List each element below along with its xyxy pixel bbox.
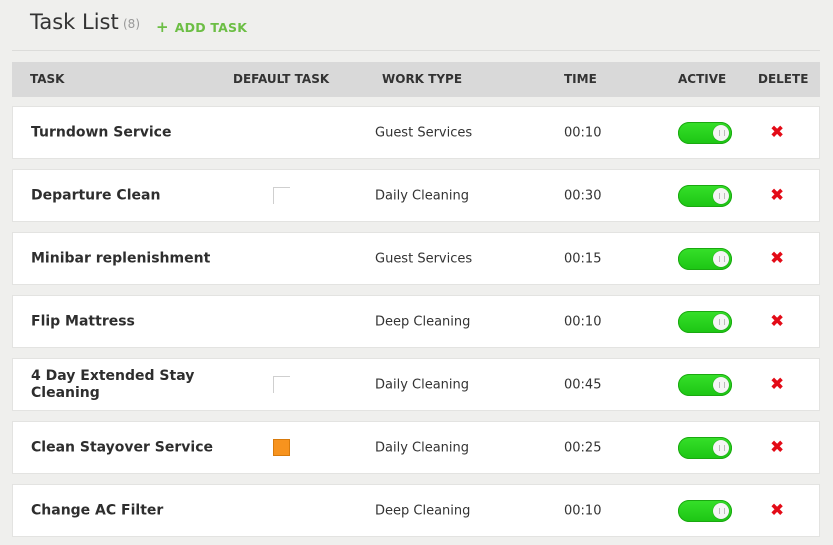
active-toggle[interactable]	[678, 310, 732, 333]
column-header-delete: DELETE	[758, 72, 809, 86]
task-name[interactable]: Clean Stayover Service	[31, 439, 221, 456]
active-toggle[interactable]	[678, 499, 732, 522]
work-type: Daily Cleaning	[375, 377, 470, 392]
table-row: Flip Mattress Deep Cleaning 00:10 ✖	[12, 295, 820, 348]
task-name[interactable]: Flip Mattress	[31, 313, 221, 330]
active-toggle[interactable]	[678, 247, 732, 270]
toggle-knob	[713, 439, 729, 456]
table-row: Change AC Filter Deep Cleaning 00:10 ✖	[12, 484, 820, 537]
work-type: Guest Services	[375, 251, 473, 266]
toggle-knob	[713, 313, 729, 330]
delete-icon[interactable]: ✖	[770, 313, 784, 330]
task-time: 00:10	[564, 503, 602, 518]
work-type: Deep Cleaning	[375, 314, 471, 329]
active-toggle[interactable]	[678, 373, 732, 396]
table-header: TASK DEFAULT TASK WORK TYPE TIME ACTIVE …	[12, 62, 820, 97]
page-title: Task List	[30, 10, 119, 34]
table-row: Turndown Service Guest Services 00:10 ✖	[12, 106, 820, 159]
column-header-default-task: DEFAULT TASK	[233, 72, 330, 86]
task-name[interactable]: 4 Day Extended Stay Cleaning	[31, 368, 221, 402]
task-time: 00:30	[564, 188, 602, 203]
plus-icon: +	[156, 18, 169, 36]
toggle-knob	[713, 502, 729, 519]
delete-icon[interactable]: ✖	[770, 376, 784, 393]
work-type: Deep Cleaning	[375, 503, 471, 518]
toggle-knob	[713, 124, 729, 141]
column-header-time: TIME	[564, 72, 597, 86]
task-time: 00:10	[564, 125, 602, 140]
task-name[interactable]: Departure Clean	[31, 187, 221, 204]
task-time: 00:45	[564, 377, 602, 392]
table-row: Minibar replenishment Guest Services 00:15…	[12, 232, 820, 285]
column-header-work-type: WORK TYPE	[382, 72, 463, 86]
active-toggle[interactable]	[678, 184, 732, 207]
add-task-button[interactable]: + ADD TASK	[156, 18, 247, 36]
column-header-active: ACTIVE	[678, 72, 727, 86]
table-row: 4 Day Extended Stay Cleaning Daily Cleani…	[12, 358, 820, 411]
task-time: 00:25	[564, 440, 602, 455]
task-time: 00:10	[564, 314, 602, 329]
work-type: Daily Cleaning	[375, 188, 470, 203]
active-toggle[interactable]	[678, 436, 732, 459]
page-header: Task List (8) + ADD TASK	[12, 0, 820, 51]
delete-icon[interactable]: ✖	[770, 250, 784, 267]
table-row: Clean Stayover Service Daily Cleaning 00:2…	[12, 421, 820, 474]
work-type: Daily Cleaning	[375, 440, 470, 455]
task-name[interactable]: Change AC Filter	[31, 502, 221, 519]
default-task-checkbox[interactable]	[273, 186, 290, 204]
delete-icon[interactable]: ✖	[770, 502, 784, 519]
column-header-task: TASK	[30, 72, 65, 86]
add-task-label: ADD TASK	[174, 20, 248, 35]
toggle-knob	[713, 250, 729, 267]
work-type: Guest Services	[375, 125, 473, 140]
task-name[interactable]: Minibar replenishment	[31, 250, 221, 267]
delete-icon[interactable]: ✖	[770, 187, 784, 204]
table-row: Departure Clean Daily Cleaning 00:30 ✖	[12, 169, 820, 222]
delete-icon[interactable]: ✖	[770, 124, 784, 141]
toggle-knob	[713, 187, 729, 204]
active-toggle[interactable]	[678, 121, 732, 144]
task-name[interactable]: Turndown Service	[31, 124, 221, 141]
default-task-checkbox[interactable]	[273, 438, 290, 456]
default-task-checkbox[interactable]	[273, 375, 290, 393]
task-count: (8)	[123, 17, 140, 31]
delete-icon[interactable]: ✖	[770, 439, 784, 456]
task-time: 00:15	[564, 251, 602, 266]
toggle-knob	[713, 376, 729, 393]
